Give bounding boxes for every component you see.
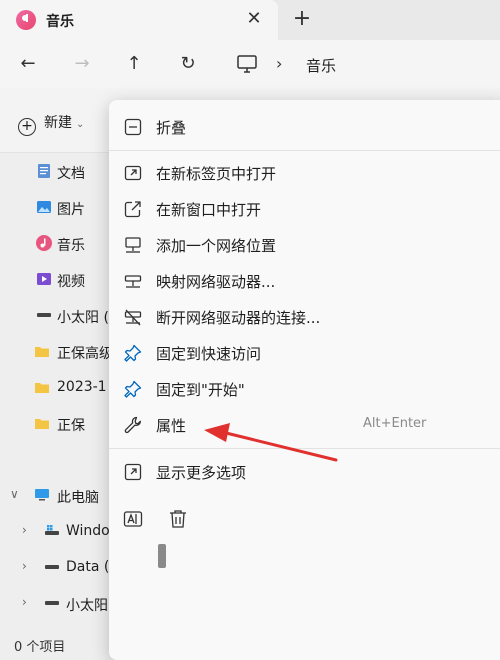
rename-icon[interactable] [122, 508, 144, 530]
delete-icon[interactable] [167, 508, 189, 530]
menu-item-map-network-drive[interactable]: 映射网络驱动器... [109, 263, 500, 299]
computer-icon[interactable] [236, 53, 258, 75]
new-button-label: 新建 [44, 115, 72, 131]
folder-icon [35, 383, 49, 393]
drive-icon [45, 565, 59, 569]
chevron-down-icon: ⌄ [76, 119, 85, 130]
menu-item-pin-start[interactable]: 固定到"开始" [109, 371, 500, 407]
map-drive-icon [124, 275, 142, 288]
scrollbar-thumb[interactable] [158, 544, 166, 568]
wrench-icon [124, 416, 141, 434]
menu-item-collapse[interactable]: 折叠 [109, 109, 500, 145]
sidebar-item-drive[interactable]: 小太阳 ( [0, 301, 120, 331]
folder-icon [35, 347, 49, 357]
context-menu: 折叠 在新标签页中打开 在新窗口中打开 添加一个网络位置 映射网络驱动器... … [109, 100, 500, 660]
computer-icon [35, 489, 49, 501]
menu-item-properties[interactable]: 属性 Alt+Enter [109, 407, 500, 443]
sidebar-item-label: 图片 [57, 202, 85, 218]
sidebar-item-label: 视频 [57, 274, 85, 290]
navigation-bar: ← → ↑ ↻ › 音乐 [0, 40, 500, 88]
more-options-icon [124, 463, 142, 481]
sidebar-item-label: 正保 [57, 418, 85, 434]
pin-icon [124, 344, 142, 362]
back-button[interactable]: ← [16, 52, 40, 76]
music-icon [36, 235, 52, 251]
menu-separator [109, 448, 500, 449]
menu-separator [109, 150, 500, 151]
breadcrumb-separator: › [276, 54, 283, 73]
sidebar-item-pictures[interactable]: 图片 [0, 193, 120, 223]
plus-icon: + [18, 118, 36, 136]
sidebar-item-windows-drive[interactable]: Windo [0, 517, 120, 547]
pin-start-icon [124, 380, 142, 398]
sidebar-item-folder[interactable]: 正保 [0, 409, 120, 439]
videos-icon [37, 273, 51, 285]
open-new-tab-icon [124, 165, 142, 181]
sidebar-item-folder[interactable]: 正保高级 [0, 337, 120, 367]
menu-item-add-network-location[interactable]: 添加一个网络位置 [109, 227, 500, 263]
disconnect-drive-icon [124, 309, 142, 326]
network-location-icon [125, 237, 141, 253]
pictures-icon [37, 201, 51, 213]
collapse-icon [124, 118, 142, 136]
sidebar-item-label: 文档 [57, 166, 85, 182]
menu-item-show-more-options[interactable]: 显示更多选项 [109, 454, 500, 490]
status-item-count: 0 个项目 [14, 640, 66, 655]
new-tab-button[interactable]: + [290, 6, 314, 31]
menu-item-label: 在新标签页中打开 [156, 165, 277, 183]
shortcut-label: Alt+Enter [363, 416, 427, 431]
sidebar-item-data-drive[interactable]: Data (D:) [0, 553, 130, 583]
forward-button[interactable]: → [70, 52, 94, 76]
documents-icon [38, 164, 50, 178]
menu-item-disconnect-network-drive[interactable]: 断开网络驱动器的连接... [109, 299, 500, 335]
tab-title: 音乐 [46, 14, 74, 30]
sidebar-item-documents[interactable]: 文档 [0, 157, 120, 187]
refresh-button[interactable]: ↻ [176, 52, 200, 76]
sidebar-item-videos[interactable]: 视频 [0, 265, 120, 295]
sidebar-item-label: 音乐 [57, 238, 85, 254]
menu-item-label: 折叠 [156, 119, 187, 137]
menu-item-label: 固定到"开始" [156, 381, 245, 399]
drive-icon [37, 313, 51, 317]
sidebar-item-music[interactable]: 音乐 [0, 229, 120, 259]
menu-item-label: 添加一个网络位置 [156, 237, 277, 255]
menu-item-label: 断开网络驱动器的连接... [156, 309, 321, 327]
folder-icon [35, 419, 49, 429]
menu-item-label: 映射网络驱动器... [156, 273, 276, 291]
title-bar: 音乐 ✕ + [0, 0, 500, 40]
close-tab-button[interactable]: ✕ [244, 8, 264, 29]
new-button[interactable]: + 新建 ⌄ [18, 112, 84, 136]
menu-item-label: 显示更多选项 [156, 464, 247, 482]
tab-music[interactable]: 音乐 ✕ [0, 0, 278, 40]
menu-item-label: 固定到快速访问 [156, 345, 262, 363]
sidebar-item-label: Windo [66, 523, 110, 539]
menu-item-label: 属性 [156, 417, 187, 435]
up-button[interactable]: ↑ [122, 52, 146, 76]
sidebar-item-label: 2023-1 [57, 379, 107, 395]
sidebar-item-folder[interactable]: 2023-1 [0, 373, 120, 403]
windows-drive-icon [45, 525, 59, 535]
music-icon [16, 10, 36, 30]
open-new-window-icon [124, 201, 141, 218]
menu-item-open-new-window[interactable]: 在新窗口中打开 [109, 191, 500, 227]
breadcrumb-location[interactable]: 音乐 [306, 55, 336, 76]
menu-item-label: 在新窗口中打开 [156, 201, 262, 219]
menu-item-pin-quick-access[interactable]: 固定到快速访问 [109, 335, 500, 371]
sidebar-item-label: 此电脑 [57, 490, 99, 506]
sidebar-item-label: 正保高级 [57, 346, 113, 362]
menu-item-open-new-tab[interactable]: 在新标签页中打开 [109, 155, 500, 191]
sidebar-item-label: 小太阳 ( [57, 310, 109, 326]
sidebar-item-this-pc[interactable]: 此电脑 [0, 481, 120, 511]
drive-icon [45, 601, 59, 605]
sidebar-item-e-drive[interactable]: 小太阳 (E:) [0, 589, 137, 619]
